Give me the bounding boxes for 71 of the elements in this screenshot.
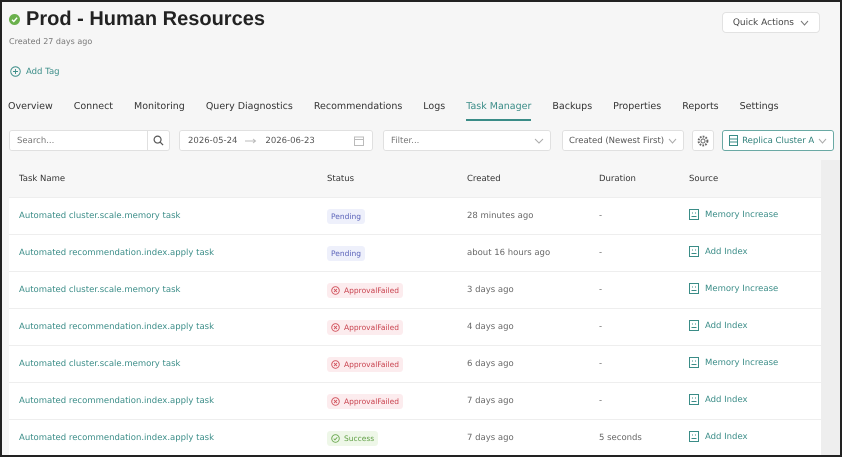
created-cell: about 16 hours ago: [467, 248, 550, 258]
tab[interactable]: Query Diagnostics: [206, 97, 293, 121]
duration-cell: -: [599, 322, 602, 332]
created-cell: 4 days ago: [467, 322, 514, 332]
source-link[interactable]: Add Index: [689, 394, 748, 405]
chevron-down-icon: [818, 138, 828, 144]
source-link[interactable]: Add Index: [689, 431, 748, 442]
document-icon: [689, 320, 699, 331]
page-title: Prod - Human Resources: [26, 8, 265, 31]
tab[interactable]: Properties: [613, 97, 662, 121]
search-icon[interactable]: [153, 135, 164, 146]
tab[interactable]: Logs: [423, 97, 446, 121]
tab[interactable]: Connect: [74, 97, 114, 121]
chevron-down-icon: [534, 138, 544, 144]
document-icon: [689, 209, 699, 220]
source-link[interactable]: Memory Increase: [689, 283, 778, 294]
task-link[interactable]: Automated cluster.scale.memory task: [19, 211, 180, 221]
quick-actions-button[interactable]: Quick Actions: [722, 12, 820, 33]
task-link[interactable]: Automated recommendation.index.apply task: [19, 433, 214, 443]
created-cell: 6 days ago: [467, 359, 514, 369]
settings-button[interactable]: [692, 130, 714, 151]
filter-field[interactable]: Filter...: [383, 130, 551, 151]
document-icon: [689, 283, 699, 294]
document-icon: [689, 357, 699, 368]
arrow-right-icon: [245, 138, 258, 144]
duration-cell: -: [599, 359, 602, 369]
created-cell: 28 minutes ago: [467, 211, 534, 221]
column-header[interactable]: Source: [679, 160, 821, 198]
document-icon: [689, 431, 699, 442]
tab[interactable]: Task Manager: [466, 97, 532, 121]
source-link[interactable]: Memory Increase: [689, 209, 778, 220]
created-text: Created 27 days ago: [9, 37, 94, 46]
source-link[interactable]: Add Index: [689, 320, 748, 331]
database-icon: [729, 135, 738, 146]
created-cell: 7 days ago: [467, 433, 514, 443]
column-header[interactable]: Task Name: [9, 160, 317, 198]
duration-cell: -: [599, 396, 602, 406]
column-header[interactable]: Duration: [589, 160, 679, 198]
source-link[interactable]: Memory Increase: [689, 357, 778, 368]
check-circle-icon: [9, 14, 20, 25]
task-link[interactable]: Automated recommendation.index.apply task: [19, 396, 214, 406]
task-link[interactable]: Automated recommendation.index.apply task: [19, 322, 214, 332]
gear-icon: [697, 134, 710, 146]
document-icon: [689, 394, 699, 405]
duration-cell: 5 seconds: [599, 433, 642, 443]
created-cell: 7 days ago: [467, 396, 514, 406]
duration-cell: -: [599, 248, 602, 258]
document-icon: [689, 246, 699, 257]
source-link[interactable]: Add Index: [689, 246, 748, 257]
duration-cell: -: [599, 211, 602, 221]
chevron-down-icon: [668, 138, 678, 144]
search-field[interactable]: Search...: [9, 130, 148, 151]
tab[interactable]: Settings: [740, 97, 779, 121]
task-link[interactable]: Automated cluster.scale.memory task: [19, 359, 180, 369]
tab[interactable]: Monitoring: [134, 97, 185, 121]
column-header[interactable]: Status: [317, 160, 457, 198]
sort-dropdown[interactable]: Created (Newest First): [562, 130, 684, 151]
cluster-dropdown[interactable]: Replica Cluster A: [722, 130, 834, 151]
add-tag-link[interactable]: Add Tag: [10, 66, 60, 77]
plus-circle-icon: [10, 66, 21, 77]
date-range-field[interactable]: 2026-05-24 2026-06-23: [179, 130, 373, 151]
created-cell: 3 days ago: [467, 285, 514, 295]
tab[interactable]: Backups: [552, 97, 592, 121]
chevron-down-icon: [800, 20, 809, 26]
task-link[interactable]: Automated cluster.scale.memory task: [19, 285, 180, 295]
tab[interactable]: Recommendations: [314, 97, 402, 121]
duration-cell: -: [599, 285, 602, 295]
tab[interactable]: Reports: [682, 97, 719, 121]
tab[interactable]: Overview: [8, 97, 53, 121]
task-link[interactable]: Automated recommendation.index.apply task: [19, 248, 214, 258]
column-header[interactable]: Created: [457, 160, 589, 198]
